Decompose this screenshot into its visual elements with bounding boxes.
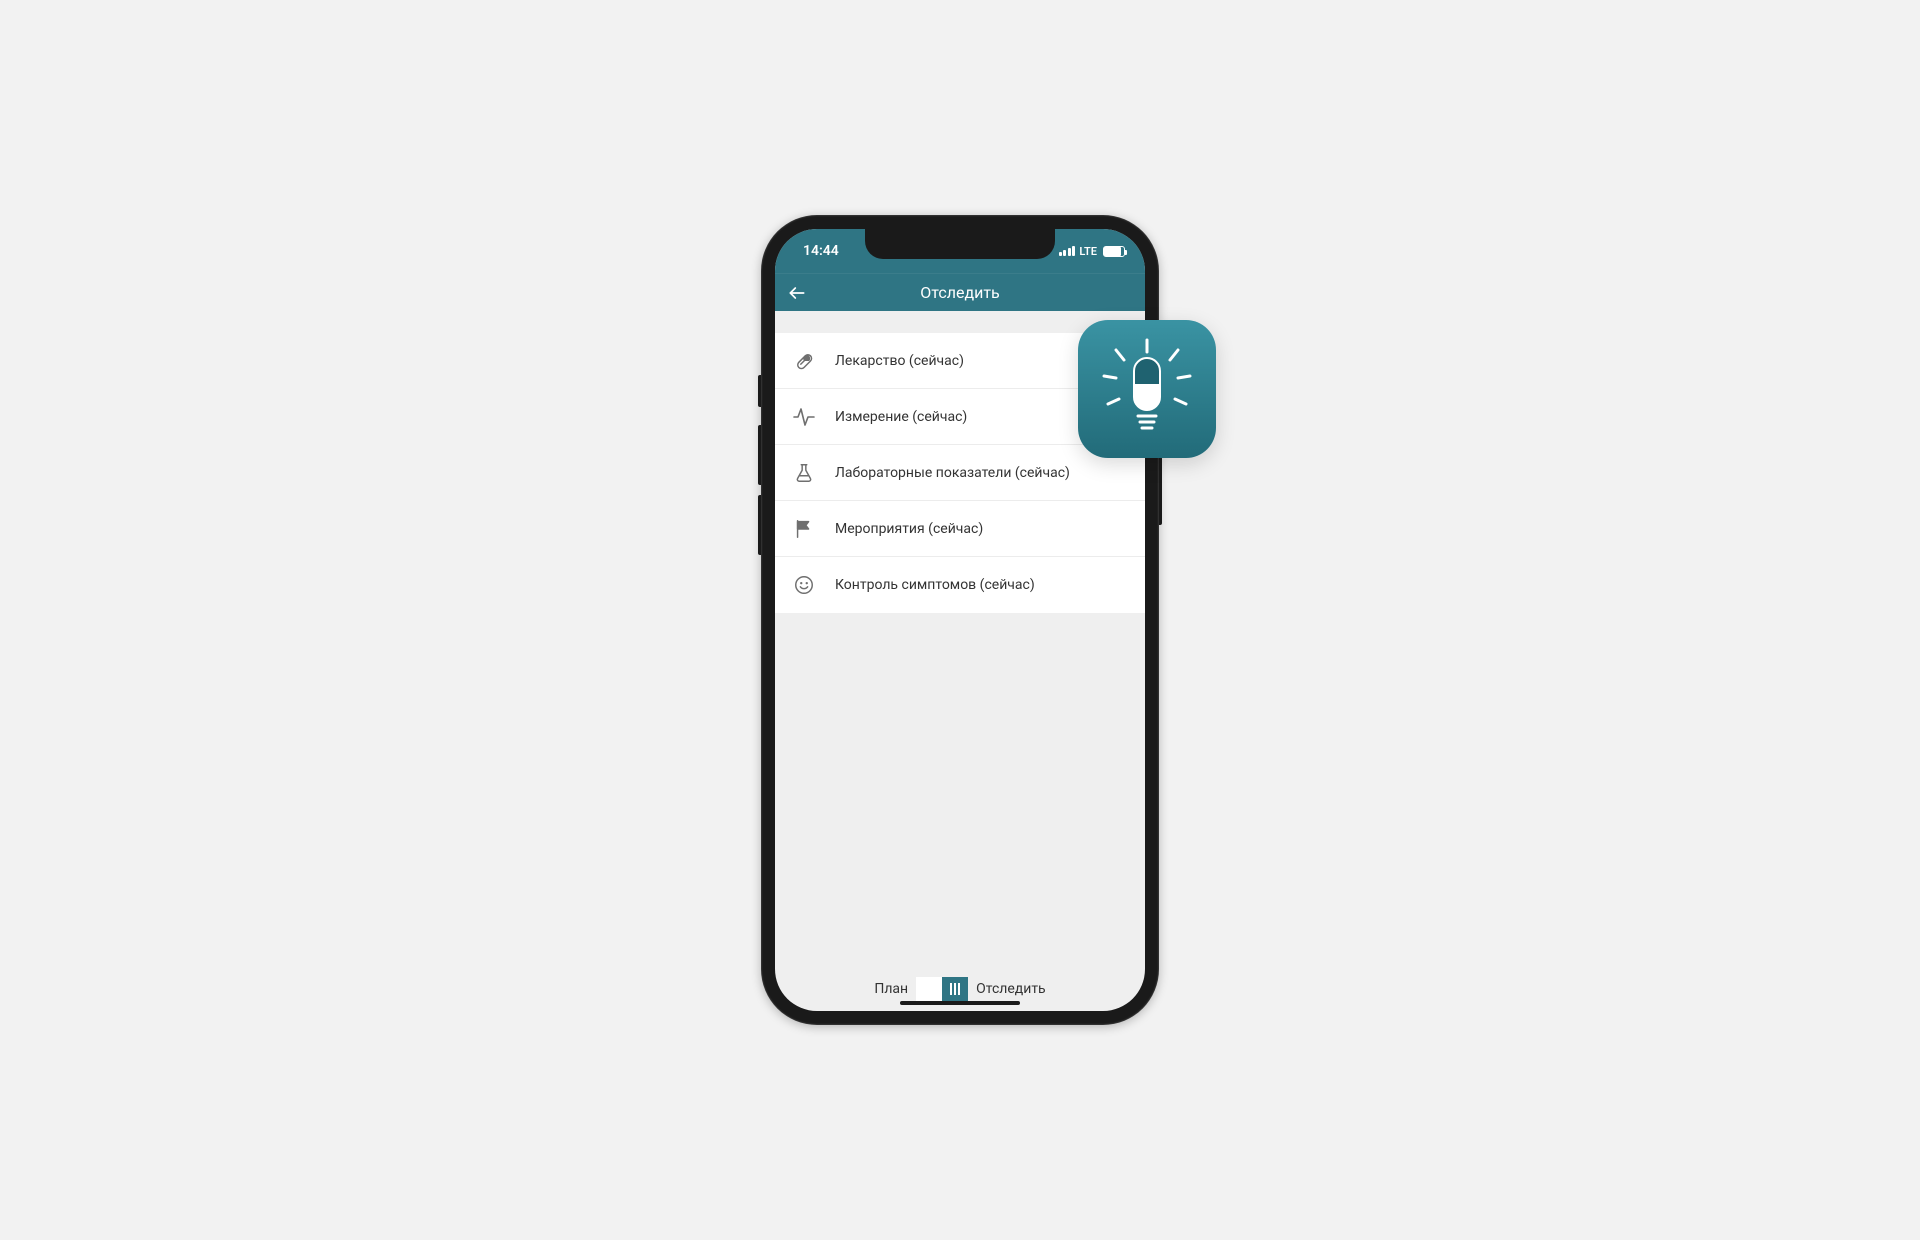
list-item-label: Лабораторные показатели (сейчас) [835,465,1070,481]
signal-icon [1059,246,1076,256]
segmented-control [916,977,968,1001]
nav-bar: Отследить [775,273,1145,311]
home-indicator [900,1001,1020,1005]
toggle-left-label: План [874,981,908,997]
canvas: 14:44 LTE Отследить [260,167,1660,1073]
battery-icon [1103,246,1125,257]
list-item-labs[interactable]: Лабораторные показатели (сейчас) [775,445,1145,501]
notch [865,229,1055,259]
smile-icon [789,570,819,600]
flag-icon [789,514,819,544]
status-time: 14:44 [803,243,839,259]
bars-icon [950,983,960,995]
list-item-label: Мероприятия (сейчас) [835,521,983,537]
back-button[interactable] [775,274,819,311]
status-network: LTE [1079,245,1097,258]
toggle-track-button[interactable] [942,977,968,1001]
arrow-left-icon [787,283,807,303]
lightbulb-pill-icon [1092,334,1202,444]
app-icon-badge [1078,320,1216,458]
list-item-label: Лекарство (сейчас) [835,353,964,369]
status-right: LTE [1059,245,1125,258]
page-title: Отследить [775,283,1145,302]
toggle-plan-button[interactable] [916,977,942,1001]
pill-icon [789,346,819,376]
list-item-symptoms[interactable]: Контроль симптомов (сейчас) [775,557,1145,613]
bottom-toggle: План Отследить [775,977,1145,1001]
flask-icon [789,458,819,488]
pulse-icon [789,402,819,432]
list-item-label: Измерение (сейчас) [835,409,967,425]
list-item-events[interactable]: Мероприятия (сейчас) [775,501,1145,557]
list-item-label: Контроль симптомов (сейчас) [835,577,1035,593]
toggle-right-label: Отследить [976,981,1046,997]
